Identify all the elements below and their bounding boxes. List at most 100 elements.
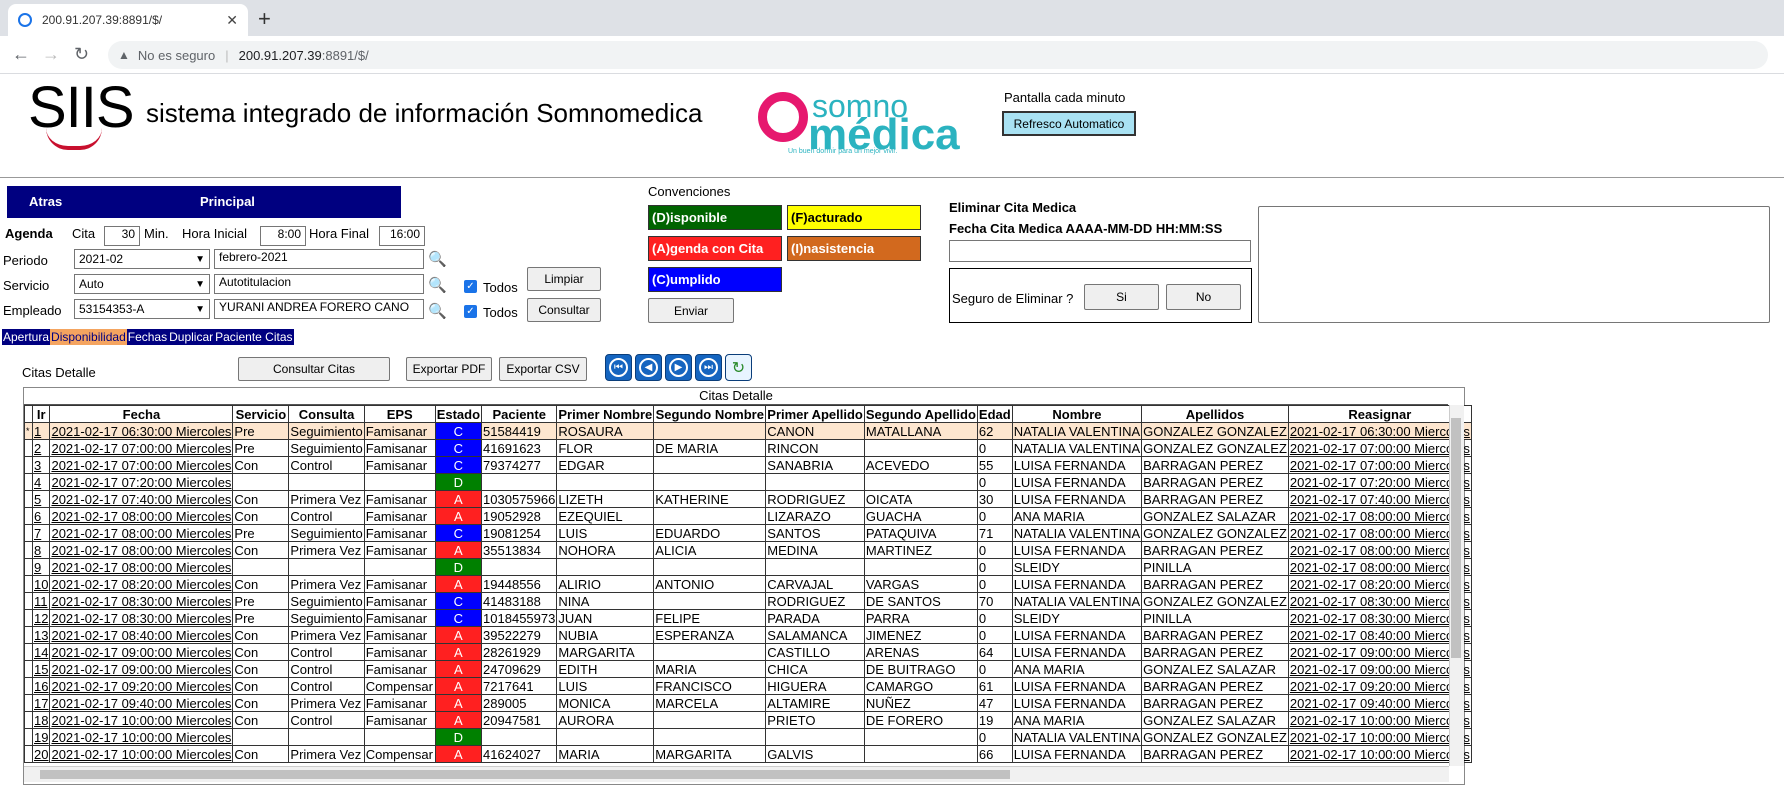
table-cell[interactable]: 2021-02-17 07:20:00 Miercoles [1287,473,1472,491]
table-cell[interactable]: 2021-02-17 08:00:00 Miercoles [1287,507,1472,525]
table-cell[interactable]: 3 [31,456,51,474]
table-cell[interactable]: 2021-02-17 09:20:00 Miercoles [49,677,234,695]
row-marker[interactable] [24,473,33,491]
table-row[interactable]: 14 2021-02-17 09:00:00 Miercoles Con Contro… [24,643,1472,661]
confirm-yes-button[interactable]: Si [1084,284,1159,310]
column-header[interactable]: Estado [434,405,483,423]
row-marker[interactable] [24,558,33,576]
column-header[interactable]: Reasignar [1287,405,1472,423]
table-cell[interactable]: 1 [31,422,51,440]
limpiar-button[interactable]: Limpiar [527,267,601,291]
table-cell[interactable]: 2021-02-17 10:00:00 Miercoles [1287,711,1472,729]
table-cell[interactable]: 7 [31,524,51,542]
table-cell[interactable]: 2021-02-17 08:00:00 Miercoles [1287,541,1472,559]
table-cell[interactable]: 16 [31,677,51,695]
search-icon[interactable]: 🔍 [428,276,447,294]
browser-tab[interactable]: 200.91.207.39:8891/$/ ✕ [8,4,248,36]
table-cell[interactable]: 2021-02-17 08:30:00 Miercoles [1287,592,1472,610]
table-cell[interactable]: 2021-02-17 08:30:00 Miercoles [49,592,234,610]
row-marker[interactable] [24,643,33,661]
table-cell[interactable]: 10 [31,575,51,593]
table-cell[interactable]: 2021-02-17 09:00:00 Miercoles [49,643,234,661]
table-cell[interactable]: 6 [31,507,51,525]
table-cell[interactable]: 2021-02-17 07:00:00 Miercoles [1287,439,1472,457]
servicio-text-field[interactable]: Autotitulacion [214,274,424,294]
table-cell[interactable]: 2021-02-17 08:40:00 Miercoles [49,626,234,644]
link-duplicar[interactable]: Duplicar [168,329,215,345]
table-cell[interactable]: 2021-02-17 10:00:00 Miercoles [49,745,234,763]
column-header[interactable]: Paciente [481,405,558,423]
row-marker[interactable] [24,660,33,678]
last-page-button[interactable]: ⏭ [695,354,722,381]
forward-arrow-icon[interactable]: → [42,44,60,65]
consultar-button[interactable]: Consultar [527,298,601,322]
table-cell[interactable]: 2021-02-17 07:00:00 Miercoles [49,456,234,474]
link-apertura[interactable]: Apertura [2,329,51,345]
row-marker[interactable] [24,439,33,457]
table-cell[interactable]: 2021-02-17 08:30:00 Miercoles [49,609,234,627]
table-cell[interactable]: 2021-02-17 08:00:00 Miercoles [49,524,234,542]
row-marker[interactable] [24,592,33,610]
column-header[interactable]: Edad [976,405,1013,423]
table-cell[interactable]: 14 [31,643,51,661]
link-disponibilidad[interactable]: Disponibilidad [50,329,127,345]
column-header[interactable]: Primer Apellido [765,405,865,423]
table-row[interactable]: 6 2021-02-17 08:00:00 Miercoles Con Control… [24,507,1472,525]
nav-back-link[interactable]: Atras [29,194,62,209]
table-cell[interactable]: 5 [31,490,51,508]
table-cell[interactable]: 11 [31,592,51,610]
table-cell[interactable]: 2021-02-17 10:00:00 Miercoles [49,728,234,746]
auto-refresh-button[interactable]: Refresco Automatico [1002,111,1136,136]
table-cell[interactable]: 17 [31,694,51,712]
table-cell[interactable]: 4 [31,473,51,491]
hora-final-input[interactable]: 16:00 [379,226,425,246]
table-row[interactable]: 15 2021-02-17 09:00:00 Miercoles Con Contro… [24,660,1472,678]
row-marker[interactable] [24,745,33,763]
table-cell[interactable]: 2021-02-17 10:00:00 Miercoles [1287,745,1472,763]
table-cell[interactable]: 2021-02-17 08:00:00 Miercoles [1287,524,1472,542]
table-cell[interactable]: 2021-02-17 07:00:00 Miercoles [49,439,234,457]
table-cell[interactable]: 2021-02-17 09:20:00 Miercoles [1287,677,1472,695]
table-cell[interactable]: 20 [31,745,51,763]
table-row[interactable]: 19 2021-02-17 10:00:00 Miercoles D 0 NATALIA… [24,728,1472,746]
column-header[interactable]: Consulta [288,405,365,423]
row-marker[interactable] [24,694,33,712]
column-header[interactable]: Ir [31,405,51,423]
address-bar[interactable]: ▲ No es seguro | 200.91.207.39:8891/$/ [108,41,1768,69]
column-header[interactable]: Segundo Nombre [653,405,767,423]
empleado-select[interactable]: 53154353-A ▼ [74,299,210,319]
table-cell[interactable]: 8 [31,541,51,559]
table-cell[interactable]: 2021-02-17 10:00:00 Miercoles [1287,728,1472,746]
todos-empleado-checkbox[interactable]: ✓ [464,305,477,318]
table-cell[interactable]: 2021-02-17 08:00:00 Miercoles [49,558,234,576]
row-marker[interactable] [24,541,33,559]
consultar-citas-button[interactable]: Consultar Citas [238,357,390,381]
table-cell[interactable]: 2021-02-17 09:00:00 Miercoles [49,660,234,678]
table-row[interactable]: 20 2021-02-17 10:00:00 Miercoles Con Primer… [24,745,1472,763]
table-cell[interactable]: 2021-02-17 07:00:00 Miercoles [1287,456,1472,474]
cita-minutes-input[interactable]: 30 [104,226,140,246]
enviar-button[interactable]: Enviar [648,298,734,323]
nav-main-link[interactable]: Principal [200,194,255,209]
row-marker[interactable]: * [24,422,33,440]
vertical-scroll-thumb[interactable] [1451,418,1461,658]
column-header[interactable]: Segundo Apellido [863,405,978,423]
table-cell[interactable]: 2021-02-17 06:30:00 Miercoles [49,422,234,440]
table-row[interactable]: 9 2021-02-17 08:00:00 Miercoles D 0 SLEIDY PI… [24,558,1472,576]
table-cell[interactable]: 18 [31,711,51,729]
hora-inicial-input[interactable]: 8:00 [260,226,306,246]
table-row[interactable]: 12 2021-02-17 08:30:00 Miercoles Pre Seguim… [24,609,1472,627]
table-row[interactable]: 2 2021-02-17 07:00:00 Miercoles Pre Seguimi… [24,439,1472,457]
table-cell[interactable]: 2021-02-17 06:30:00 Miercoles [1287,422,1472,440]
column-header[interactable]: Servicio [232,405,290,423]
table-row[interactable]: 17 2021-02-17 09:40:00 Miercoles Con Primer… [24,694,1472,712]
column-header[interactable]: Apellidos [1141,405,1289,423]
row-marker[interactable] [24,728,33,746]
row-marker[interactable] [24,456,33,474]
new-tab-icon[interactable]: + [258,6,271,32]
export-pdf-button[interactable]: Exportar PDF [406,357,492,381]
table-row[interactable]: 4 2021-02-17 07:20:00 Miercoles D 0 LUISA FE… [24,473,1472,491]
table-cell[interactable]: 2021-02-17 10:00:00 Miercoles [49,711,234,729]
table-cell[interactable]: 2021-02-17 08:20:00 Miercoles [49,575,234,593]
notes-textarea[interactable] [1258,206,1770,323]
